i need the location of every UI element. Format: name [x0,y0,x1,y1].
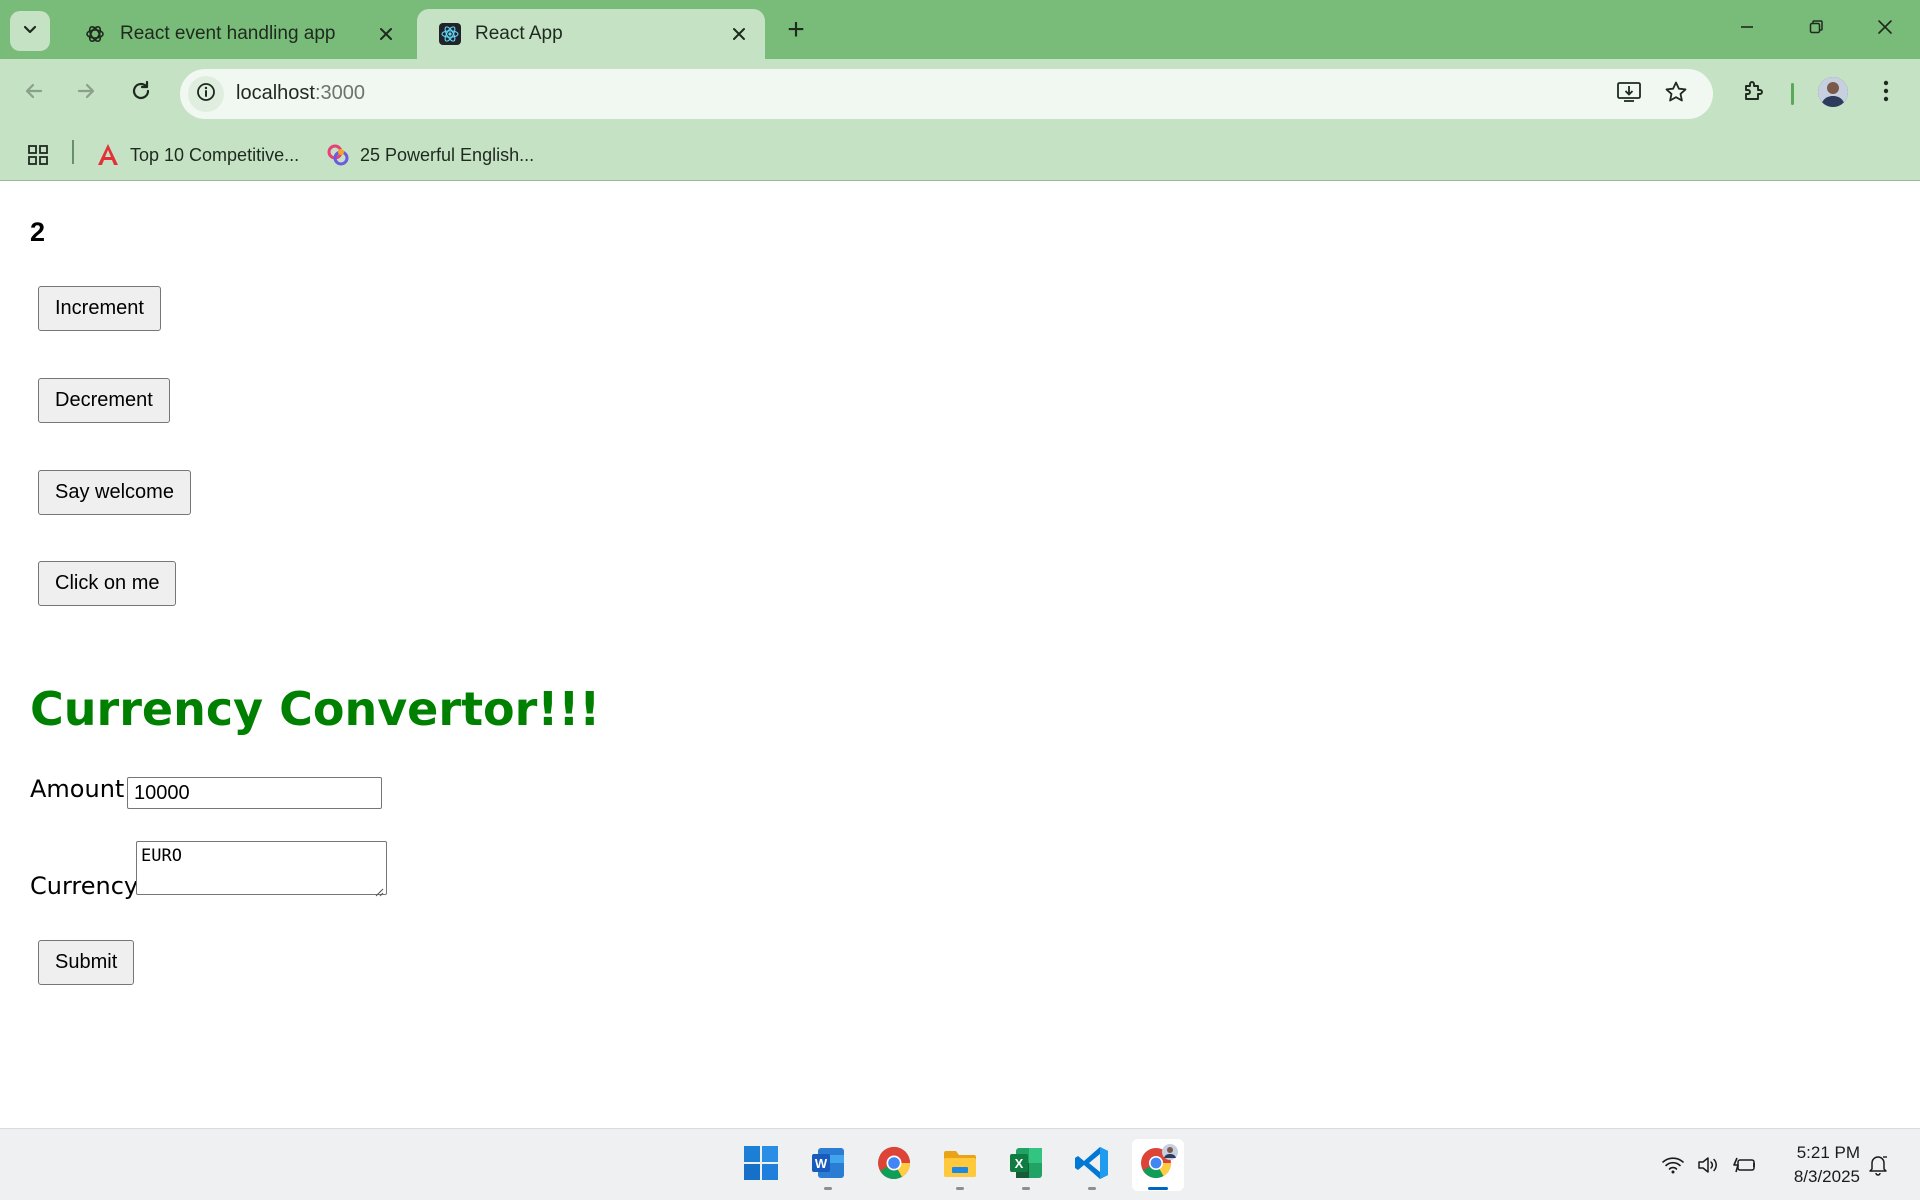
running-indicator [1148,1187,1168,1190]
browser-toolbar: localhost:3000 [0,59,1920,131]
say-welcome-button[interactable]: Say welcome [38,470,191,515]
install-app-button[interactable] [1613,78,1645,110]
currency-value: EURO [141,846,182,866]
react-icon [439,23,461,45]
currency-label: Currency: [30,872,145,900]
counter-value: 2 [30,217,46,247]
system-clock[interactable]: 5:21 PM 8/3/2025 [1770,1141,1860,1189]
more-vert-icon [1883,80,1889,107]
site-info-button[interactable] [188,76,224,112]
vscode-icon [1074,1145,1110,1186]
star-icon [1664,80,1688,109]
forward-button[interactable] [66,73,106,113]
minimize-button[interactable] [1722,8,1772,50]
click-on-me-button[interactable]: Click on me [38,561,177,606]
increment-button[interactable]: Increment [38,286,161,331]
new-tab-button[interactable]: + [780,13,812,46]
submit-button[interactable]: Submit [38,940,135,985]
notification-icon[interactable] [1864,1151,1892,1179]
reload-button[interactable] [121,73,161,113]
bookmarks-bar: Top 10 Competitive... 25 Powerful Englis… [0,131,1920,181]
decrement-button[interactable]: Decrement [38,378,170,423]
tab-react-event-handling[interactable]: React event handling app [62,9,412,59]
arrow-left-icon [23,80,45,107]
running-indicator [956,1187,964,1190]
restore-icon [1808,19,1824,40]
menu-button[interactable] [1866,73,1906,113]
toolbar-divider [1791,83,1794,105]
arrow-right-icon [75,80,97,107]
currency-textarea[interactable]: EURO [136,841,387,897]
apps-grid-icon [26,143,50,167]
amount-label: Amount: [30,775,133,803]
running-indicator [1022,1187,1030,1190]
volume-icon[interactable] [1694,1151,1722,1179]
taskbar-file-explorer[interactable] [934,1139,986,1191]
extensions-button[interactable] [1734,73,1774,113]
battery-icon[interactable] [1730,1151,1758,1179]
close-icon[interactable] [374,22,398,46]
excel-icon: X [1008,1145,1044,1186]
address-port: :3000 [314,82,365,104]
close-window-button[interactable] [1860,8,1910,50]
minimize-icon [1739,19,1755,40]
windows-start-icon [743,1145,779,1186]
bookmark-star-button[interactable] [1660,78,1692,110]
tab-search-button[interactable] [10,11,50,51]
taskbar-vscode[interactable] [1066,1139,1118,1191]
bookmark-label: 25 Powerful English... [360,144,535,165]
svg-text:X: X [1015,1156,1024,1171]
reload-icon [130,80,152,107]
bookmark-item[interactable]: Top 10 Competitive... [96,139,299,171]
tab-react-app[interactable]: React App [417,9,765,59]
chevron-down-icon [22,21,38,42]
amount-input[interactable]: 10000 [127,777,382,809]
chrome-profile-icon [1138,1143,1178,1188]
taskbar-word[interactable]: W [802,1139,854,1191]
windows-taskbar: W X 5:21 PM 8/3/2025 [0,1128,1920,1200]
tab-title: React event handling app [120,23,336,44]
tab-title: React App [475,23,563,44]
taskbar-chrome[interactable] [868,1139,920,1191]
running-indicator [1088,1187,1096,1190]
close-icon [1876,18,1894,41]
chrome-icon [876,1145,912,1186]
address-host: localhost [236,82,315,104]
close-icon[interactable] [727,22,751,46]
puzzle-icon [1742,79,1766,108]
svg-text:W: W [815,1156,828,1171]
info-icon [196,82,216,107]
bookmarks-divider [72,140,74,164]
copilot-icon [326,143,350,167]
taskbar-chrome-profile[interactable] [1132,1139,1184,1191]
profile-avatar[interactable] [1818,77,1848,107]
plus-icon: + [787,13,805,46]
bookmark-item[interactable]: 25 Powerful English... [326,139,534,171]
browser-tabstrip: React event handling app React App + [0,0,1920,59]
word-icon: W [810,1145,846,1186]
file-explorer-icon [942,1145,978,1186]
openai-icon [84,23,106,45]
resize-grip-icon[interactable] [374,882,384,897]
start-button[interactable] [735,1139,787,1191]
install-icon [1616,80,1642,109]
page-content: 2 Increment Decrement Say welcome Click … [0,182,1920,1128]
wifi-icon[interactable] [1659,1151,1687,1179]
apps-button[interactable] [26,139,60,171]
bookmark-label: Top 10 Competitive... [130,144,300,165]
back-button[interactable] [14,73,54,113]
address-bar[interactable]: localhost:3000 [180,69,1713,119]
clock-time: 5:21 PM [1796,1143,1860,1162]
address-text[interactable]: localhost:3000 [236,82,365,105]
clock-date: 8/3/2025 [1793,1167,1860,1186]
converter-title: Currency Convertor!!! [30,682,601,736]
taskbar-excel[interactable]: X [1000,1139,1052,1191]
running-indicator [824,1187,832,1190]
restore-button[interactable] [1791,8,1841,50]
angular-icon [96,143,120,167]
